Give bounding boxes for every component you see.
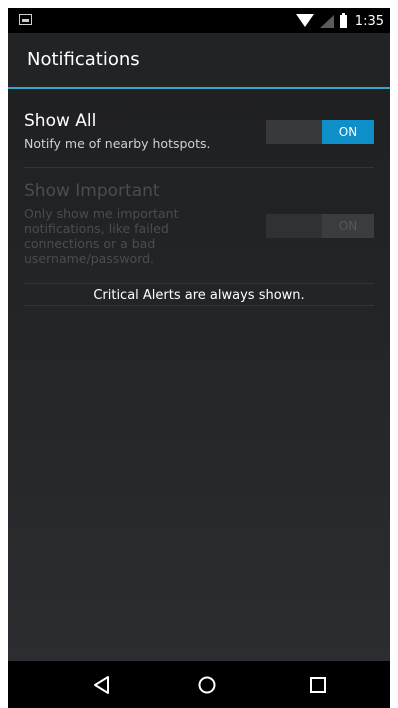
status-bar: 1:35 — [8, 8, 390, 33]
divider — [24, 305, 374, 306]
divider — [24, 167, 374, 168]
recents-icon[interactable] — [305, 672, 331, 698]
cell-signal-icon — [319, 14, 334, 28]
device-screen: 1:35 Notifications Show All Notify me of… — [8, 8, 390, 708]
show-all-toggle-label: ON — [322, 120, 374, 144]
setting-show-important-summary: Only show me important notifications, li… — [24, 206, 179, 266]
battery-icon — [339, 12, 347, 28]
show-all-toggle[interactable]: ON — [266, 120, 374, 144]
show-important-toggle: ON — [266, 214, 374, 238]
status-icons: 1:35 — [295, 12, 384, 30]
settings-content: Show All Notify me of nearby hotspots. O… — [8, 89, 390, 661]
divider — [24, 283, 374, 284]
status-time: 1:35 — [354, 13, 384, 29]
action-bar: Notifications — [8, 33, 390, 87]
home-icon[interactable] — [194, 672, 220, 698]
page-title: Notifications — [27, 49, 140, 70]
show-important-toggle-label: ON — [322, 214, 374, 238]
back-icon[interactable] — [89, 672, 115, 698]
image-notification-icon — [19, 14, 32, 25]
wifi-icon — [295, 13, 314, 27]
critical-alerts-note: Critical Alerts are always shown. — [93, 288, 305, 303]
setting-show-important-title: Show Important — [24, 181, 160, 201]
navigation-bar — [8, 661, 390, 708]
